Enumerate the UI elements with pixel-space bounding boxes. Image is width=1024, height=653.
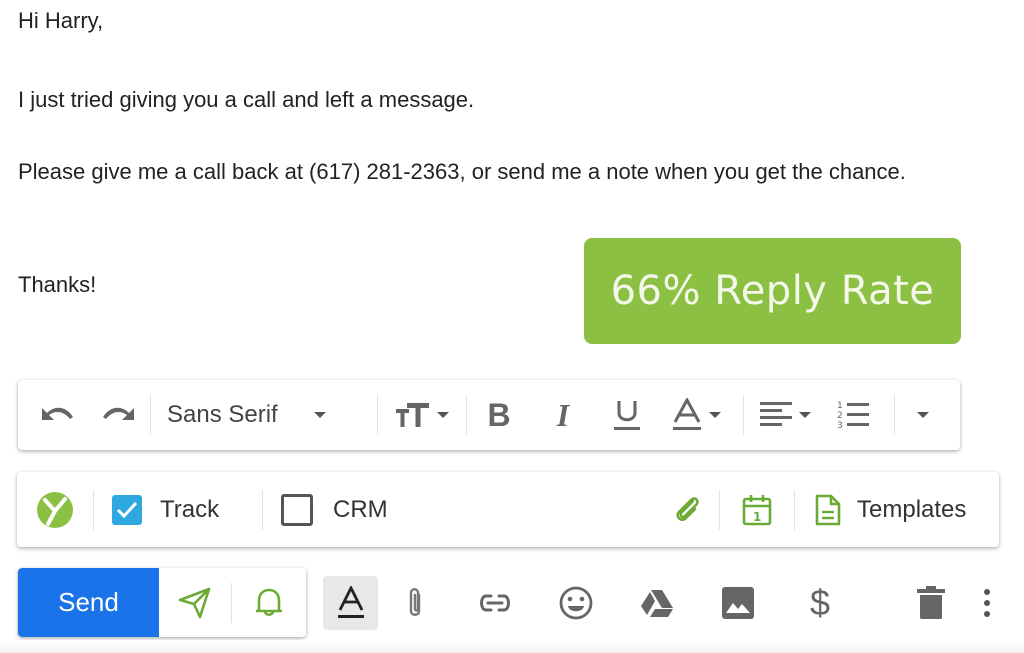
align-icon xyxy=(760,402,792,426)
font-size-icon xyxy=(396,403,429,427)
send-later-button[interactable] xyxy=(159,568,231,637)
more-options-button[interactable] xyxy=(975,578,999,628)
italic-icon: I xyxy=(556,396,570,433)
formatting-toolbar: Sans Serif B I 1 2 3 xyxy=(18,380,960,450)
numbered-list-icon: 1 2 3 xyxy=(837,401,869,431)
numbered-list-button[interactable]: 1 2 3 xyxy=(826,380,882,450)
email-greeting: Hi Harry, xyxy=(18,8,104,33)
crm-label: CRM xyxy=(333,495,388,523)
yesware-logo-button[interactable] xyxy=(17,472,93,547)
emoji-button[interactable] xyxy=(555,578,597,628)
underline-button[interactable] xyxy=(595,380,659,450)
attach-file-button[interactable] xyxy=(657,472,719,547)
discard-draft-button[interactable] xyxy=(910,578,952,628)
formatting-options-button[interactable] xyxy=(323,576,378,630)
calendar-icon: 1 xyxy=(742,494,772,525)
drive-icon xyxy=(641,590,673,617)
more-formatting-icon xyxy=(917,412,929,418)
bottom-edge xyxy=(0,640,1024,653)
text-color-icon xyxy=(673,398,701,430)
email-signoff: Thanks! xyxy=(18,272,97,297)
yesware-logo-icon xyxy=(37,491,73,528)
document-icon xyxy=(815,494,841,525)
align-button[interactable] xyxy=(744,380,826,450)
underline-icon xyxy=(614,401,640,430)
insert-link-button[interactable] xyxy=(474,578,516,628)
bold-button[interactable]: B xyxy=(467,380,531,450)
reply-rate-badge: 66% Reply Rate xyxy=(584,238,961,344)
email-paragraph: Please give me a call back at (617) 281-… xyxy=(18,159,906,184)
formatting-options-icon xyxy=(337,586,364,618)
more-formatting-button[interactable] xyxy=(895,380,951,450)
svg-text:3: 3 xyxy=(837,421,843,431)
attach-icon xyxy=(409,588,421,616)
font-size-button[interactable] xyxy=(378,380,466,450)
bold-icon: B xyxy=(487,396,511,433)
reminder-button[interactable] xyxy=(232,568,306,637)
schedule-meeting-button[interactable]: 1 xyxy=(720,472,794,547)
reminder-bell-icon xyxy=(256,588,282,616)
templates-label: Templates xyxy=(857,495,967,523)
undo-icon xyxy=(42,407,73,420)
checkbox-unchecked[interactable] xyxy=(281,493,313,526)
emoji-icon xyxy=(559,586,593,620)
more-options-icon xyxy=(984,589,990,617)
chevron-down-icon xyxy=(799,412,811,418)
attach-button[interactable] xyxy=(395,578,435,628)
templates-button[interactable]: Templates xyxy=(795,472,999,547)
insert-photo-button[interactable] xyxy=(717,578,759,628)
trash-icon xyxy=(917,586,945,619)
chevron-down-icon xyxy=(709,412,721,418)
send-later-icon xyxy=(178,587,211,618)
email-paragraph: I just tried giving you a call and left … xyxy=(18,87,475,112)
font-family-value: Sans Serif xyxy=(167,401,278,428)
send-button[interactable]: Send xyxy=(18,568,159,637)
svg-text:1: 1 xyxy=(753,510,761,524)
checkmark-icon xyxy=(116,501,138,518)
redo-button[interactable] xyxy=(88,380,150,450)
font-family-select[interactable]: Sans Serif xyxy=(151,380,377,450)
addon-toolbar: Track CRM 1 Templates xyxy=(17,472,999,547)
track-label: Track xyxy=(160,495,220,523)
reply-rate-text: 66% Reply Rate xyxy=(610,268,935,314)
link-icon xyxy=(480,594,510,612)
payment-button[interactable]: $ xyxy=(800,578,840,628)
chevron-down-icon xyxy=(437,412,449,418)
send-button-group: Send xyxy=(18,568,306,637)
google-drive-button[interactable] xyxy=(636,578,678,628)
checkbox-checked[interactable] xyxy=(112,494,142,525)
photo-icon xyxy=(722,587,754,619)
italic-button[interactable]: I xyxy=(531,380,595,450)
text-color-button[interactable] xyxy=(659,380,733,450)
crm-checkbox[interactable]: CRM xyxy=(263,472,431,547)
undo-button[interactable] xyxy=(26,380,88,450)
track-checkbox[interactable]: Track xyxy=(94,472,262,547)
svg-text:2: 2 xyxy=(837,411,843,421)
chevron-down-icon xyxy=(313,412,326,418)
dollar-icon: $ xyxy=(809,582,831,623)
redo-icon xyxy=(103,407,134,420)
paperclip-icon xyxy=(676,496,699,521)
svg-text:1: 1 xyxy=(837,401,843,411)
